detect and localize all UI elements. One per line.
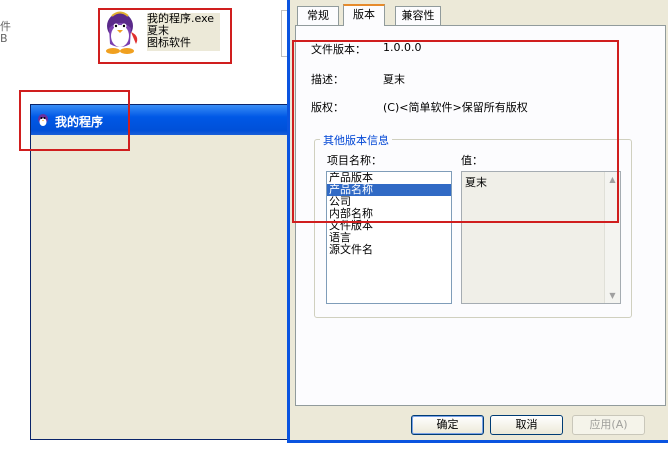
apply-button[interactable]: 应用(A) xyxy=(572,415,645,435)
cancel-button[interactable]: 取消 xyxy=(490,415,563,435)
tab-version[interactable]: 版本 xyxy=(343,4,385,26)
annotation-highlight xyxy=(98,8,232,64)
program-window: 我的程序 xyxy=(30,104,289,440)
tab-general[interactable]: 常规 xyxy=(297,6,339,25)
ok-button[interactable]: 确定 xyxy=(411,415,484,435)
list-item[interactable]: 源文件名 xyxy=(327,244,451,256)
annotation-highlight xyxy=(292,40,619,223)
tab-compatibility[interactable]: 兼容性 xyxy=(395,6,441,25)
scroll-down-icon[interactable]: ▼ xyxy=(605,288,620,303)
annotation-highlight xyxy=(19,90,130,151)
explorer-text-fragment: B xyxy=(0,32,8,45)
